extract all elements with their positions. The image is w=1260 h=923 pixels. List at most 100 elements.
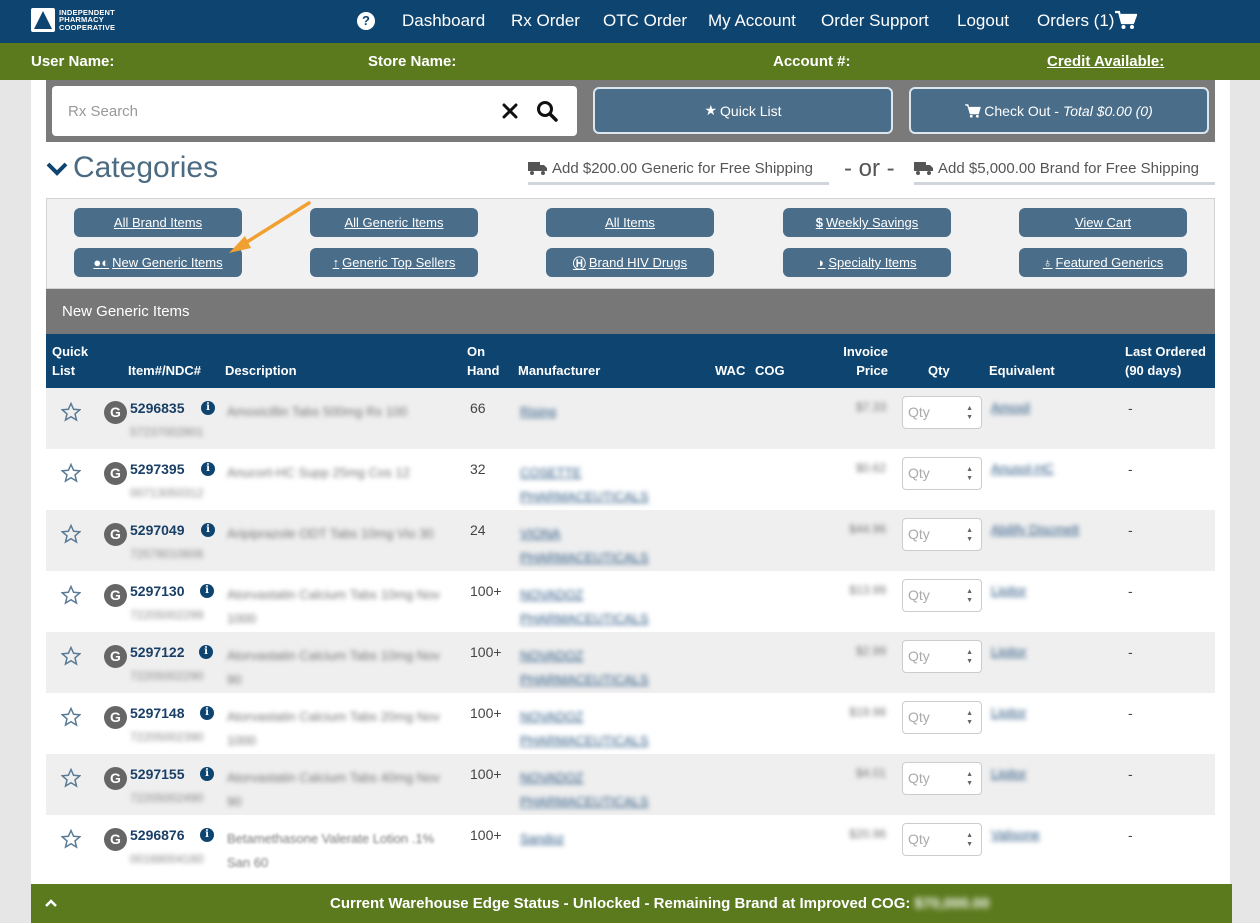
generic-top-sellers-button[interactable]: ↑ Generic Top Sellers bbox=[310, 248, 478, 277]
col-cog[interactable]: COG bbox=[755, 361, 785, 380]
col-description[interactable]: Description bbox=[225, 361, 297, 380]
all-brand-items-button[interactable]: All Brand Items bbox=[74, 208, 242, 237]
col-invoice-price[interactable]: Invoice Price bbox=[826, 342, 888, 380]
star-outline-icon[interactable] bbox=[61, 402, 81, 422]
item-number-link[interactable]: 5297395 bbox=[130, 461, 185, 477]
qty-input[interactable] bbox=[908, 526, 960, 542]
info-icon[interactable]: i bbox=[200, 828, 214, 842]
item-number-link[interactable]: 5297130 bbox=[130, 583, 185, 599]
qty-input[interactable] bbox=[908, 587, 960, 603]
qty-input[interactable] bbox=[908, 465, 960, 481]
info-icon[interactable]: i bbox=[199, 645, 213, 659]
spinner-arrows-icon[interactable]: ▲ ▼ bbox=[966, 526, 973, 544]
info-icon[interactable]: i bbox=[201, 462, 215, 476]
categories-title[interactable]: Categories bbox=[73, 151, 218, 185]
view-cart-button[interactable]: View Cart bbox=[1019, 208, 1187, 237]
all-generic-items-button[interactable]: All Generic Items bbox=[310, 208, 478, 237]
item-number-link[interactable]: 5297122 bbox=[130, 644, 185, 660]
cart-icon[interactable] bbox=[1115, 10, 1137, 30]
info-icon[interactable]: i bbox=[201, 401, 215, 415]
info-icon[interactable]: i bbox=[201, 523, 215, 537]
manufacturer-link[interactable]: Sandoz bbox=[520, 827, 670, 851]
specialty-items-button[interactable]: ◗ Specialty Items bbox=[783, 248, 951, 277]
equivalent-link[interactable]: Anusol-HC bbox=[991, 461, 1054, 476]
star-outline-icon[interactable] bbox=[61, 768, 81, 788]
equivalent-link[interactable]: Lipitor bbox=[991, 705, 1026, 720]
star-outline-icon[interactable] bbox=[61, 463, 81, 483]
col-wac[interactable]: WAC bbox=[715, 361, 745, 380]
quantity-stepper[interactable]: ▲▼ bbox=[902, 518, 982, 551]
nav-otc-order[interactable]: OTC Order bbox=[603, 11, 687, 31]
spinner-arrows-icon[interactable]: ▲ ▼ bbox=[966, 587, 973, 605]
nav-rx-order[interactable]: Rx Order bbox=[511, 11, 580, 31]
credit-available-link[interactable]: Credit Available: bbox=[1047, 53, 1164, 70]
spinner-arrows-icon[interactable]: ▲ ▼ bbox=[966, 709, 973, 727]
qty-input[interactable] bbox=[908, 770, 960, 786]
manufacturer-link[interactable]: Rising bbox=[520, 400, 670, 424]
star-outline-icon[interactable] bbox=[61, 524, 81, 544]
col-manufacturer[interactable]: Manufacturer bbox=[518, 361, 600, 380]
manufacturer-link[interactable]: NOVADOZ PHARMACEUTICALS bbox=[520, 644, 670, 692]
all-items-button[interactable]: All Items bbox=[546, 208, 714, 237]
spinner-arrows-icon[interactable]: ▲ ▼ bbox=[966, 648, 973, 666]
nav-dashboard[interactable]: Dashboard bbox=[402, 11, 485, 31]
item-number-link[interactable]: 5296835 bbox=[130, 400, 185, 416]
quantity-stepper[interactable]: ▲▼ bbox=[902, 823, 982, 856]
col-equivalent[interactable]: Equivalent bbox=[989, 361, 1055, 380]
equivalent-link[interactable]: Valisone bbox=[991, 827, 1040, 842]
star-outline-icon[interactable] bbox=[61, 585, 81, 605]
quantity-stepper[interactable]: ▲▼ bbox=[902, 640, 982, 673]
quantity-stepper[interactable]: ▲▼ bbox=[902, 762, 982, 795]
col-on-hand[interactable]: On Hand bbox=[467, 342, 500, 380]
quantity-stepper[interactable]: ▲▼ bbox=[902, 457, 982, 490]
star-outline-icon[interactable] bbox=[61, 707, 81, 727]
spinner-arrows-icon[interactable]: ▲ ▼ bbox=[966, 465, 973, 483]
chevron-down-icon[interactable] bbox=[46, 158, 68, 180]
col-qty[interactable]: Qty bbox=[928, 361, 950, 380]
info-icon[interactable]: i bbox=[200, 767, 214, 781]
info-icon[interactable]: i bbox=[200, 584, 214, 598]
qty-input[interactable] bbox=[908, 831, 960, 847]
star-outline-icon[interactable] bbox=[61, 646, 81, 666]
item-number-link[interactable]: 5297155 bbox=[130, 766, 185, 782]
featured-generics-button[interactable]: ♁ Featured Generics bbox=[1019, 248, 1187, 277]
qty-input[interactable] bbox=[908, 648, 960, 664]
col-item-ndc[interactable]: Item#/NDC# bbox=[128, 361, 201, 380]
item-number-link[interactable]: 5296876 bbox=[130, 827, 185, 843]
equivalent-link[interactable]: Amoxil bbox=[991, 400, 1030, 415]
rx-search-input[interactable] bbox=[68, 100, 468, 122]
brand-hiv-drugs-button[interactable]: Ⓗ Brand HIV Drugs bbox=[546, 248, 714, 277]
manufacturer-link[interactable]: COSETTE PHARMACEUTICALS bbox=[520, 461, 670, 509]
manufacturer-link[interactable]: NOVADOZ PHARMACEUTICALS bbox=[520, 705, 670, 753]
star-outline-icon[interactable] bbox=[61, 829, 81, 849]
nav-orders[interactable]: Orders (1) bbox=[1037, 11, 1114, 31]
col-quick-list[interactable]: Quick List bbox=[52, 342, 88, 380]
manufacturer-link[interactable]: NOVADOZ PHARMACEUTICALS bbox=[520, 583, 670, 631]
weekly-savings-button[interactable]: $ Weekly Savings bbox=[783, 208, 951, 237]
equivalent-link[interactable]: Lipitor bbox=[991, 766, 1026, 781]
equivalent-link[interactable]: Abilify Discmelt bbox=[991, 522, 1079, 537]
qty-input[interactable] bbox=[908, 709, 960, 725]
checkout-button[interactable]: Check Out - Total $0.00 (0) bbox=[909, 87, 1209, 134]
spinner-arrows-icon[interactable]: ▲ ▼ bbox=[966, 404, 973, 422]
equivalent-link[interactable]: Lipitor bbox=[991, 583, 1026, 598]
quantity-stepper[interactable]: ▲▼ bbox=[902, 396, 982, 429]
help-icon[interactable]: ? bbox=[357, 12, 375, 30]
nav-order-support[interactable]: Order Support bbox=[821, 11, 929, 31]
chevron-up-icon[interactable] bbox=[45, 898, 57, 908]
equivalent-link[interactable]: Lipitor bbox=[991, 644, 1026, 659]
quick-list-button[interactable]: ★ Quick List bbox=[593, 87, 893, 134]
qty-input[interactable] bbox=[908, 404, 960, 420]
quantity-stepper[interactable]: ▲▼ bbox=[902, 579, 982, 612]
info-icon[interactable]: i bbox=[200, 706, 214, 720]
quantity-stepper[interactable]: ▲▼ bbox=[902, 701, 982, 734]
search-icon[interactable] bbox=[536, 100, 558, 122]
manufacturer-link[interactable]: VIONA PHARMACEUTICALS bbox=[520, 522, 670, 570]
manufacturer-link[interactable]: NOVADOZ PHARMACEUTICALS bbox=[520, 766, 670, 814]
nav-my-account[interactable]: My Account bbox=[708, 11, 796, 31]
new-generic-items-button[interactable]: ●◐ New Generic Items bbox=[74, 248, 242, 277]
clear-search-icon[interactable] bbox=[501, 102, 519, 120]
item-number-link[interactable]: 5297049 bbox=[130, 522, 185, 538]
item-number-link[interactable]: 5297148 bbox=[130, 705, 185, 721]
spinner-arrows-icon[interactable]: ▲ ▼ bbox=[966, 770, 973, 788]
